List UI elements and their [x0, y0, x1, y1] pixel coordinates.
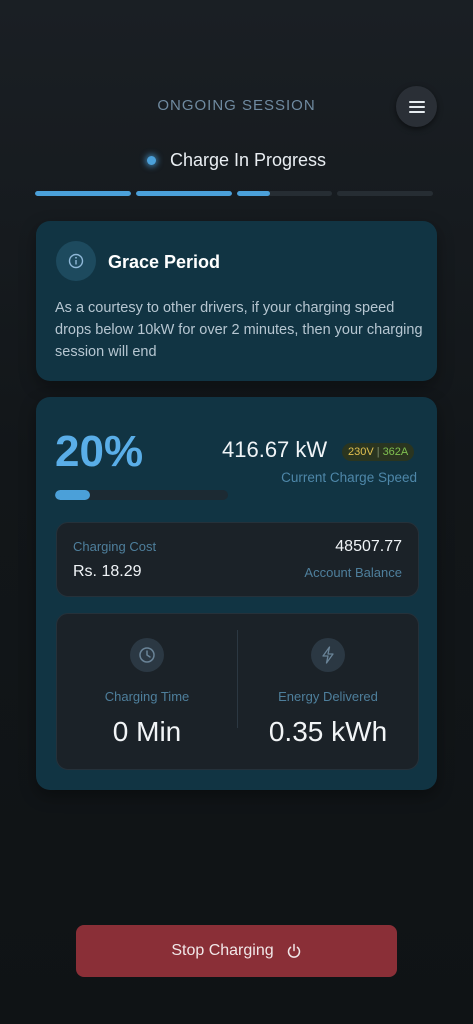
stats-panel: Charging Time 0 Min Energy Delivered 0.3…	[56, 613, 419, 770]
stop-charging-label: Stop Charging	[171, 942, 274, 959]
charging-cost-value: Rs. 18.29	[73, 563, 142, 580]
charging-summary-card: 20% 416.67 kW 230V | 362A Current Charge…	[36, 397, 437, 790]
badge-separator: |	[376, 446, 380, 458]
status-indicator: Charge In Progress	[0, 150, 473, 171]
stop-charging-button[interactable]: Stop Charging	[76, 925, 397, 977]
grace-title: Grace Period	[108, 252, 221, 272]
charging-cost-label: Charging Cost	[73, 539, 157, 554]
clock-icon	[130, 638, 164, 672]
account-balance-label: Account Balance	[304, 565, 402, 580]
charging-time-label: Charging Time	[104, 689, 190, 704]
current-value: 362A	[382, 446, 409, 458]
grace-period-card: Grace Period As a courtesy to other driv…	[36, 221, 437, 381]
step-segment	[337, 191, 433, 196]
lightning-icon	[311, 638, 345, 672]
energy-delivered-value: 0.35 kWh	[268, 716, 388, 747]
cost-panel: Charging Cost Rs. 18.29 48507.77 Account…	[56, 522, 419, 597]
info-icon	[56, 241, 96, 281]
status-dot-icon	[146, 156, 156, 165]
grace-description: As a courtesy to other drivers, if your …	[55, 300, 423, 360]
charge-percent: 20%	[55, 427, 144, 476]
charging-time-stat: Charging Time 0 Min	[57, 614, 237, 748]
voltage-current-badge: 230V | 362A	[342, 443, 415, 461]
step-segment	[236, 191, 333, 196]
status-text: Charge In Progress	[169, 150, 327, 170]
charging-time-value: 0 Min	[112, 716, 182, 747]
energy-delivered-stat: Energy Delivered 0.35 kWh	[238, 614, 418, 748]
charge-speed: 416.67 kW	[222, 437, 328, 462]
voltage-value: 230V	[348, 446, 374, 458]
account-balance-value: 48507.77	[335, 538, 402, 555]
step-progress	[35, 191, 433, 196]
menu-icon	[408, 100, 425, 113]
menu-button[interactable]	[396, 86, 437, 127]
charge-progress-bar	[55, 490, 228, 500]
energy-delivered-label: Energy Delivered	[278, 689, 378, 704]
charge-speed-label: Current Charge Speed	[281, 470, 417, 485]
step-segment	[35, 191, 131, 196]
step-segment	[135, 191, 232, 196]
power-icon	[287, 943, 300, 958]
